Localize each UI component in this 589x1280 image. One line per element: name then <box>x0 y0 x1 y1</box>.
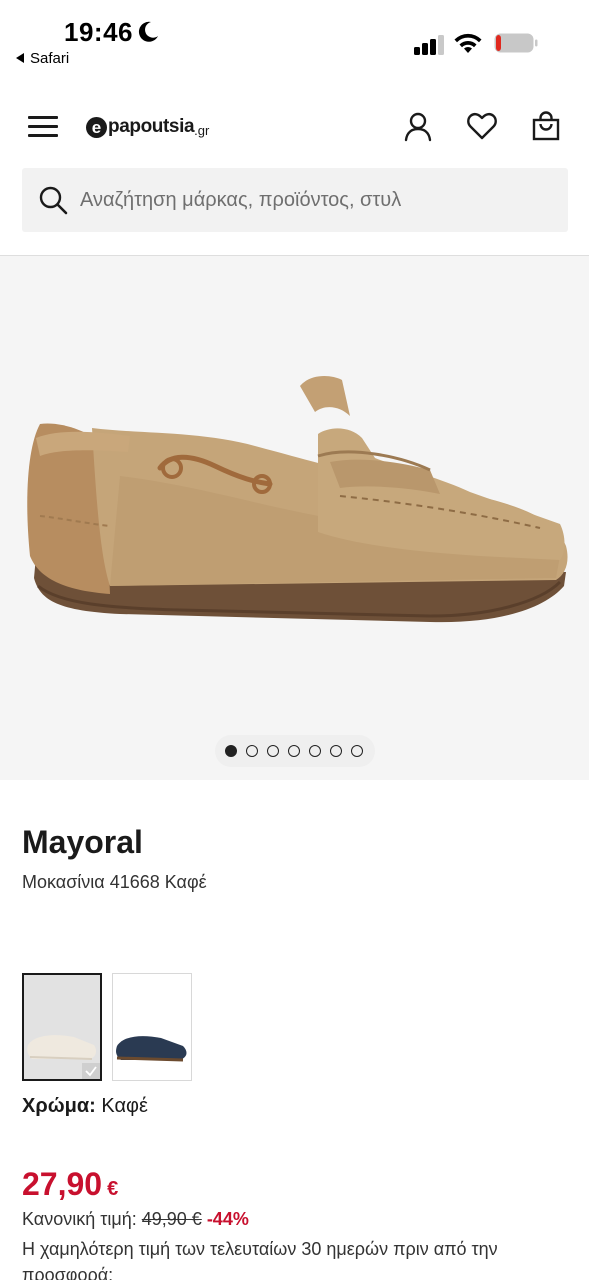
battery-icon <box>494 33 538 53</box>
bag-icon[interactable] <box>530 110 562 142</box>
gallery-dot[interactable] <box>330 745 342 757</box>
regular-price-row: Κανονική τιμή: 49,90 € -44% <box>22 1209 249 1230</box>
back-arrow-icon <box>16 53 24 63</box>
discount-badge: -44% <box>206 1209 249 1229</box>
logo-text: papoutsia <box>108 116 195 137</box>
gallery-dot[interactable] <box>288 745 300 757</box>
search-bar[interactable] <box>22 168 568 232</box>
search-icon <box>39 186 68 215</box>
logo-mark: e <box>86 116 107 138</box>
gallery-pagination <box>215 735 375 767</box>
color-swatch-navy[interactable] <box>112 973 192 1081</box>
color-swatch-beige[interactable] <box>22 973 102 1081</box>
wifi-icon <box>454 33 482 53</box>
color-value: Καφέ <box>101 1095 148 1117</box>
site-header: e papoutsia .gr <box>0 100 589 156</box>
back-to-app[interactable]: Safari <box>16 50 69 67</box>
product-name: Μοκασίνια 41668 Καφέ <box>22 872 207 892</box>
color-row: Χρώμα: Καφέ <box>22 1095 148 1118</box>
account-icon[interactable] <box>402 110 434 142</box>
current-price: 27,90 € <box>22 1166 118 1203</box>
price-amount: 27,90 <box>22 1166 103 1202</box>
product-gallery[interactable] <box>0 256 589 780</box>
lowest-price-note: Η χαμηλότερη τιμή των τελευταίων 30 ημερ… <box>22 1239 498 1280</box>
site-logo[interactable]: e papoutsia .gr <box>86 112 209 142</box>
logo-tld: .gr <box>194 122 210 138</box>
gallery-dot[interactable] <box>267 745 279 757</box>
price-currency: € <box>107 1178 119 1200</box>
heart-icon[interactable] <box>466 110 498 142</box>
search-input[interactable] <box>80 168 560 232</box>
gallery-dot[interactable] <box>225 745 237 757</box>
status-bar: 19:46 Safari <box>0 0 589 80</box>
moon-icon <box>138 21 158 42</box>
menu-icon[interactable] <box>28 115 58 137</box>
product-brand[interactable]: Mayoral <box>22 824 143 861</box>
back-app-label: Safari <box>30 50 70 67</box>
gallery-dot[interactable] <box>246 745 258 757</box>
gallery-dot[interactable] <box>309 745 321 757</box>
gallery-dot[interactable] <box>351 745 363 757</box>
regular-price-value: 49,90 € <box>141 1209 202 1229</box>
color-label: Χρώμα: <box>22 1095 96 1117</box>
cell-signal-icon <box>414 33 444 55</box>
regular-price-label: Κανονική τιμή: <box>22 1209 137 1229</box>
product-image <box>27 376 568 623</box>
clock: 19:46 <box>64 17 133 47</box>
